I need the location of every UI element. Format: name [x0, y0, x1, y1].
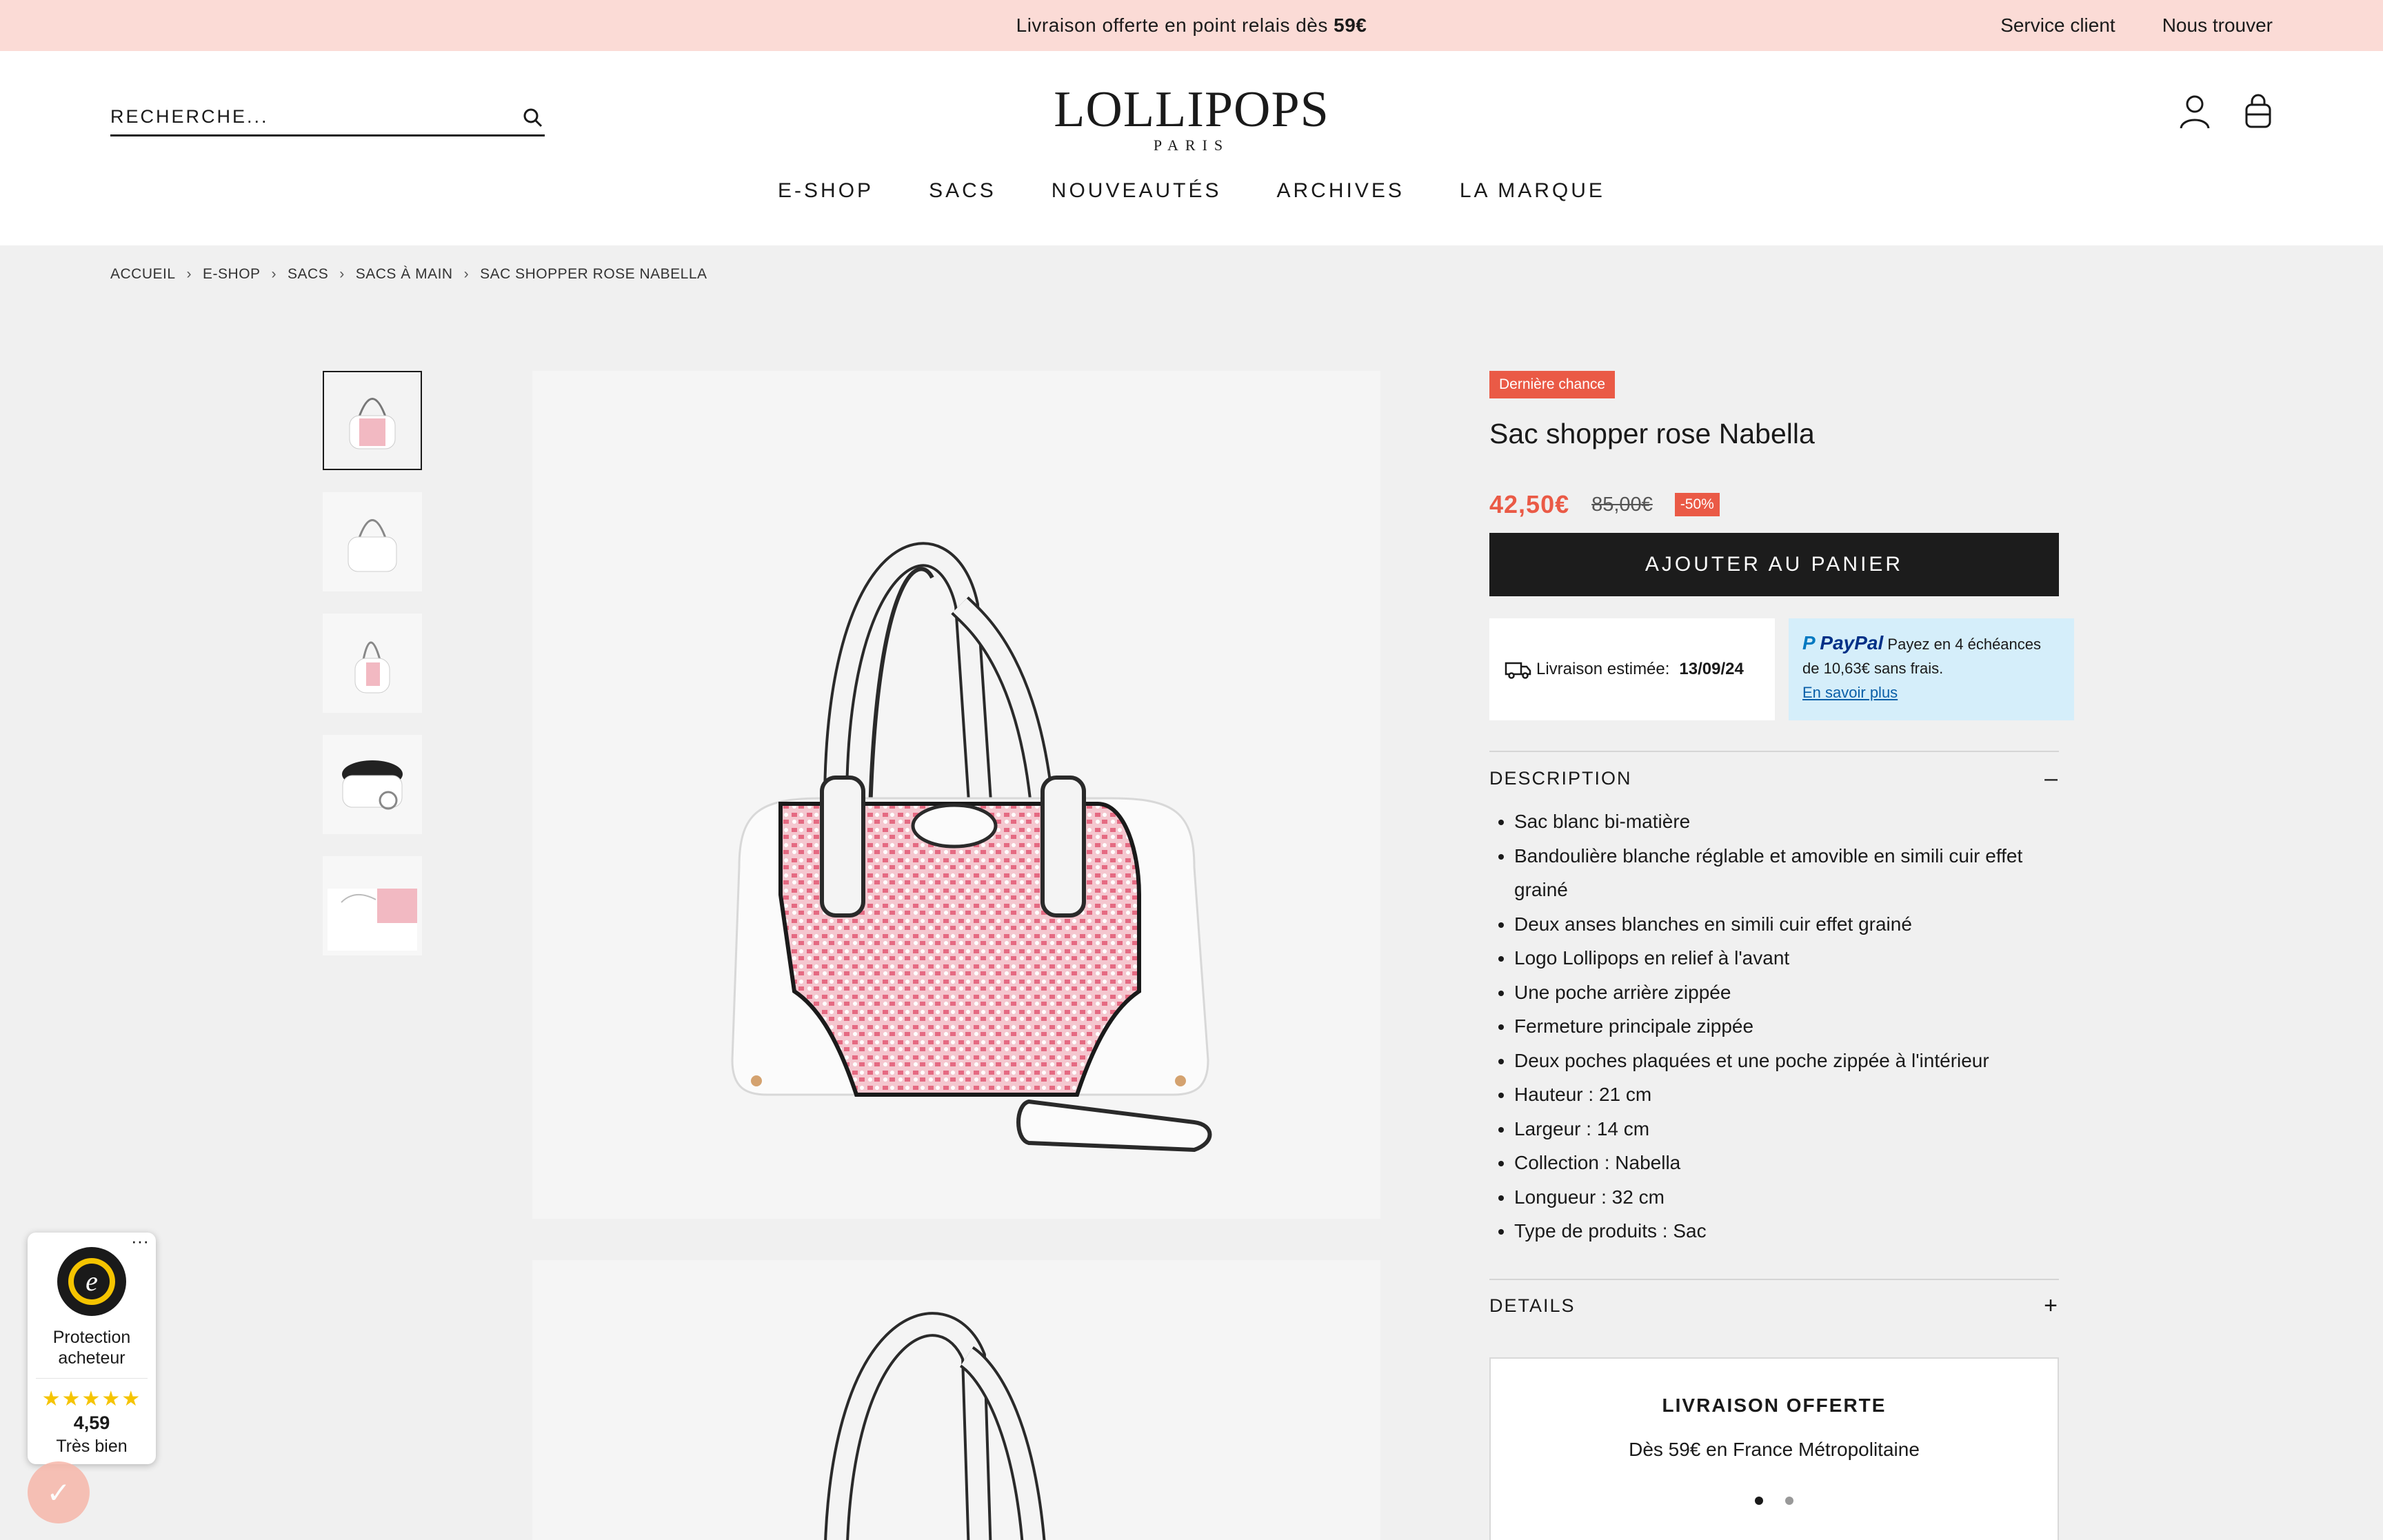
search-input[interactable]	[110, 99, 496, 134]
breadcrumb-accueil[interactable]: ACCUEIL	[110, 266, 176, 283]
thumbnail-3[interactable]	[323, 614, 422, 713]
more-options-icon[interactable]: ···	[131, 1232, 149, 1250]
check-icon: ✓	[46, 1476, 71, 1509]
list-item: Logo Lollipops en relief à l'avant	[1514, 941, 2059, 975]
delivery-estimate-box: Livraison estimée: 13/09/24	[1489, 618, 1775, 720]
delivery-label: Livraison estimée:	[1536, 660, 1670, 678]
expand-plus-icon[interactable]: +	[2044, 1293, 2059, 1319]
add-to-cart-button[interactable]: AJOUTER AU PANIER	[1489, 533, 2059, 596]
details-title: DETAILS	[1489, 1295, 1576, 1316]
nav-eshop[interactable]: E-SHOP	[778, 179, 874, 203]
paypal-installments-box: P PayPal Payez en 4 échéances de 10,63€ …	[1789, 618, 2074, 720]
logo-subtitle: PARIS	[1153, 136, 1230, 154]
thumbnail-2[interactable]	[323, 492, 422, 591]
product-secondary-image[interactable]	[532, 1260, 1380, 1540]
breadcrumb-sacs-a-main[interactable]: SACS À MAIN	[356, 266, 453, 283]
account-icon[interactable]	[2179, 94, 2211, 130]
description-accordion: DESCRIPTION – Sac blanc bi-matière Bando…	[1489, 751, 2059, 1248]
rating-stars: ★★★★★	[36, 1378, 148, 1411]
description-list: Sac blanc bi-matière Bandoulière blanche…	[1489, 804, 2059, 1248]
paypal-learn-more-link[interactable]: En savoir plus	[1802, 684, 1898, 701]
thumbnail-list	[323, 371, 422, 977]
promo-message-amount: 59€	[1334, 14, 1367, 36]
thumbnail-4[interactable]	[323, 735, 422, 834]
discount-badge: -50%	[1674, 493, 1720, 516]
breadcrumb: ACCUEIL › E-SHOP › SACS › SACS À MAIN › SAC …	[110, 266, 707, 283]
last-chance-badge: Dernière chance	[1489, 371, 1616, 398]
paypal-p-icon: P	[1802, 632, 1815, 654]
breadcrumb-eshop[interactable]: E-SHOP	[203, 266, 261, 283]
paypal-logo: P PayPal	[1802, 632, 1884, 654]
list-item: Sac blanc bi-matière	[1514, 804, 2059, 839]
nav-archives[interactable]: ARCHIVES	[1277, 179, 1405, 203]
details-accordion: DETAILS +	[1489, 1278, 2059, 1333]
breadcrumb-current: SAC SHOPPER ROSE NABELLA	[480, 266, 707, 282]
rating-label: Très bien	[56, 1437, 128, 1456]
search-icon[interactable]	[521, 106, 545, 130]
buyer-protection-label: Protection acheteur	[52, 1328, 131, 1368]
nav-nouveautes[interactable]: NOUVEAUTÉS	[1052, 179, 1222, 203]
list-item: Fermeture principale zippée	[1514, 1009, 2059, 1044]
description-header[interactable]: DESCRIPTION –	[1489, 752, 2059, 804]
free-shipping-title: LIVRAISON OFFERTE	[1662, 1394, 1887, 1416]
free-shipping-carousel: LIVRAISON OFFERTE Dès 59€ en France Métr…	[1489, 1357, 2059, 1540]
consent-check-button[interactable]: ✓	[28, 1461, 90, 1523]
carousel-dot-1[interactable]	[1755, 1496, 1763, 1505]
list-item: Bandoulière blanche réglable et amovible…	[1514, 839, 2059, 907]
list-item: Une poche arrière zippée	[1514, 975, 2059, 1010]
list-item: Deux poches plaquées et une poche zippée…	[1514, 1044, 2059, 1078]
trusted-shops-widget[interactable]: ··· e Protection acheteur ★★★★★ 4,59 Trè…	[28, 1232, 156, 1464]
nav-sacs[interactable]: SACS	[929, 179, 996, 203]
product-main-image[interactable]	[532, 371, 1380, 1219]
nav-la-marque[interactable]: LA MARQUE	[1460, 179, 1605, 203]
main-nav: E-SHOP SACS NOUVEAUTÉS ARCHIVES LA MARQU…	[0, 179, 2383, 203]
promo-bar: Livraison offerte en point relais dès 59…	[0, 0, 2383, 51]
breadcrumb-separator: ›	[271, 266, 277, 282]
breadcrumb-separator: ›	[463, 266, 470, 282]
original-price: 85,00€	[1591, 493, 1653, 516]
free-shipping-text: Dès 59€ en France Métropolitaine	[1629, 1438, 1920, 1460]
breadcrumb-separator: ›	[339, 266, 345, 282]
list-item: Type de produits : Sac	[1514, 1214, 2059, 1248]
product-title: Sac shopper rose Nabella	[1489, 418, 1815, 449]
breadcrumb-separator: ›	[186, 266, 192, 282]
handbag-illustration	[824, 1312, 1046, 1540]
list-item: Hauteur : 21 cm	[1514, 1077, 2059, 1112]
svg-text:e: e	[86, 1266, 98, 1297]
carousel-dot-2[interactable]	[1785, 1496, 1793, 1505]
details-header[interactable]: DETAILS +	[1489, 1280, 2059, 1333]
nous-trouver-link[interactable]: Nous trouver	[2162, 0, 2273, 51]
list-item: Largeur : 14 cm	[1514, 1112, 2059, 1146]
search-box	[110, 99, 545, 136]
sale-price: 42,50€	[1489, 490, 1570, 518]
price-row: 42,50€ 85,00€ -50%	[1489, 490, 2075, 519]
rating-score: 4,59	[73, 1412, 110, 1433]
list-item: Deux anses blanches en simili cuir effet…	[1514, 907, 2059, 942]
truck-icon	[1505, 662, 1531, 679]
collapse-minus-icon[interactable]: –	[2044, 765, 2059, 792]
promo-message-text: Livraison offerte en point relais dès	[1016, 14, 1328, 36]
description-title: DESCRIPTION	[1489, 767, 1632, 789]
brand-logo[interactable]: LOLLIPOPS PARIS	[1054, 84, 1329, 156]
delivery-date: 13/09/24	[1679, 660, 1744, 678]
trusted-shops-seal-icon: e	[57, 1247, 126, 1316]
service-client-link[interactable]: Service client	[2000, 0, 2115, 51]
product-info: Dernière chance Sac shopper rose Nabella…	[1489, 371, 2075, 1540]
breadcrumb-sacs[interactable]: SACS	[288, 266, 328, 283]
thumbnail-5[interactable]	[323, 856, 422, 955]
list-item: Longueur : 32 cm	[1514, 1180, 2059, 1215]
handbag-illustration	[731, 542, 1212, 1153]
list-item: Collection : Nabella	[1514, 1146, 2059, 1180]
logo-wordmark: LOLLIPOPS	[1054, 81, 1329, 138]
thumbnail-1[interactable]	[323, 371, 422, 470]
site-header: LOLLIPOPS PARIS E-SHOP SACS NOUVEAUTÉS A…	[0, 51, 2383, 245]
cart-bag-icon[interactable]	[2242, 94, 2274, 130]
